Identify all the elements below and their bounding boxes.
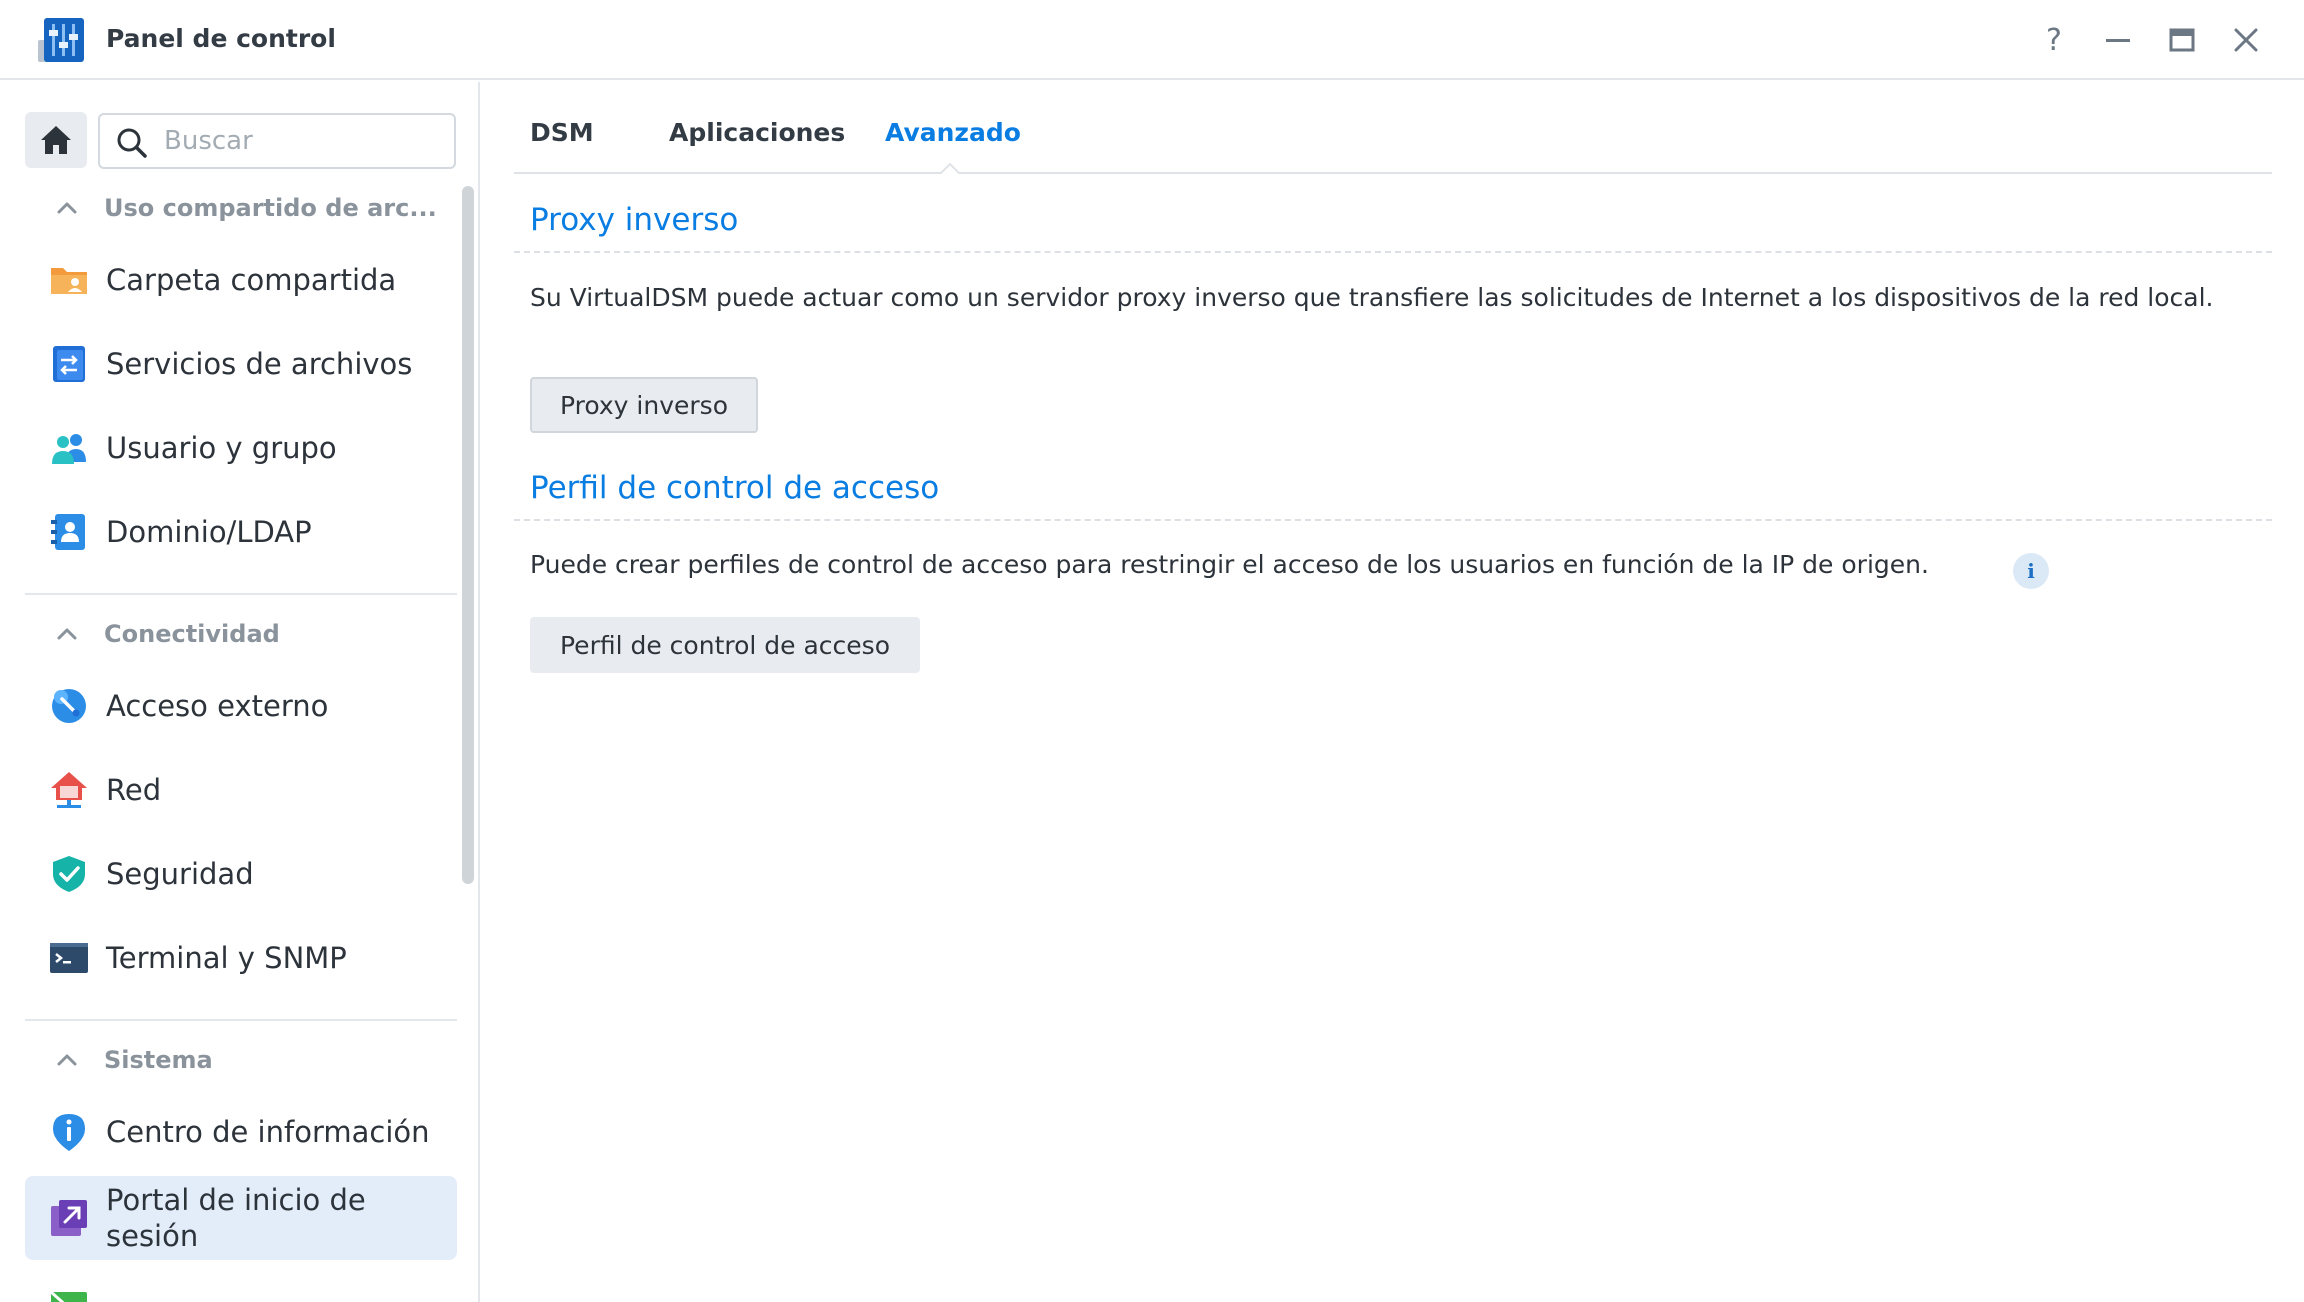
user-group-icon (52, 434, 86, 464)
chevron-up-icon (57, 628, 77, 640)
tab-bar: DSM Aplicaciones Avanzado (514, 82, 2272, 176)
sidebar-item-domain-ldap[interactable]: Dominio/LDAP (25, 504, 457, 560)
chevron-up-icon (57, 202, 77, 214)
home-button[interactable] (25, 112, 87, 168)
domain-ldap-icon (51, 514, 85, 550)
sidebar-item-terminal[interactable]: Terminal y SNMP (25, 930, 457, 986)
sidebar-item-shared-folder[interactable]: Carpeta compartida (25, 252, 457, 308)
sidebar-item-external-access[interactable]: Acceso externo (25, 678, 457, 734)
section-title-access-control: Perfil de control de acceso (530, 470, 940, 506)
sidebar-item-label: Carpeta compartida (106, 263, 397, 297)
sidebar-item-network[interactable]: Red (25, 762, 457, 818)
chevron-up-icon (57, 1054, 77, 1066)
sidebar-item-label: Centro de información (106, 1115, 430, 1149)
sidebar-item-label: Seguridad (106, 857, 254, 891)
window-title: Panel de control (106, 24, 336, 53)
sidebar-item-security[interactable]: Seguridad (25, 846, 457, 902)
section-divider (25, 593, 457, 595)
active-tab-indicator (939, 162, 961, 176)
external-access-icon (52, 689, 86, 723)
tab-advanced[interactable]: Avanzado (885, 118, 1021, 147)
info-center-icon (53, 1114, 85, 1151)
theme-icon (50, 1290, 87, 1302)
sidebar-item-partial-next[interactable] (25, 1280, 457, 1302)
tab-applications[interactable]: Aplicaciones (669, 118, 845, 147)
sidebar-item-label: Red (106, 773, 162, 807)
section-header-file-sharing[interactable]: Uso compartido de arc... (56, 194, 437, 222)
access-control-profile-button[interactable]: Perfil de control de acceso (530, 617, 920, 673)
minimize-icon[interactable] (2098, 20, 2138, 60)
help-icon[interactable]: ? (2034, 20, 2074, 60)
section-header-system[interactable]: Sistema (56, 1046, 213, 1074)
network-icon (51, 772, 87, 808)
reverse-proxy-description: Su VirtualDSM puede actuar como un servi… (530, 283, 2214, 312)
sidebar-item-label: Portal de inicio de sesión (106, 1183, 366, 1253)
close-icon[interactable] (2226, 20, 2266, 60)
sidebar-scrollbar[interactable] (462, 186, 474, 884)
search-input[interactable] (164, 123, 444, 159)
terminal-icon (50, 943, 88, 973)
sidebar-item-user-group[interactable]: Usuario y grupo (25, 420, 457, 476)
section-title: Conectividad (104, 620, 280, 648)
sidebar-item-file-services[interactable]: Servicios de archivos (25, 336, 457, 392)
section-title-reverse-proxy: Proxy inverso (530, 202, 739, 238)
home-icon (41, 126, 71, 154)
section-divider (25, 1019, 457, 1021)
main-content: DSM Aplicaciones Avanzado Proxy inverso … (482, 82, 2304, 1302)
control-panel-icon (38, 18, 84, 62)
search-icon (117, 128, 147, 158)
login-portal-icon (51, 1200, 87, 1236)
shared-folder-icon (51, 268, 87, 294)
sidebar-item-login-portal[interactable]: Portal de inicio de sesión (25, 1176, 457, 1260)
section-title: Uso compartido de arc... (104, 194, 437, 222)
sidebar: Uso compartido de arc... Carpeta compart… (0, 82, 480, 1302)
sidebar-item-label: Servicios de archivos (106, 347, 413, 381)
sidebar-item-label: Acceso externo (106, 689, 329, 723)
section-title: Sistema (104, 1046, 213, 1074)
reverse-proxy-button[interactable]: Proxy inverso (530, 377, 758, 433)
access-control-description: Puede crear perfiles de control de acces… (530, 550, 1929, 579)
file-services-icon (53, 346, 85, 382)
section-header-connectivity[interactable]: Conectividad (56, 620, 280, 648)
tab-dsm[interactable]: DSM (530, 118, 594, 147)
sidebar-item-label: Terminal y SNMP (106, 941, 347, 975)
maximize-icon[interactable] (2162, 20, 2202, 60)
sidebar-item-label: Dominio/LDAP (106, 515, 312, 549)
dashed-separator (514, 251, 2272, 253)
info-icon[interactable]: i (2013, 553, 2049, 589)
dashed-separator (514, 519, 2272, 521)
title-bar: Panel de control ? (0, 0, 2304, 80)
sidebar-item-info-center[interactable]: Centro de información (25, 1104, 457, 1160)
search-box (98, 113, 456, 169)
security-shield-icon (53, 856, 85, 892)
sidebar-item-label: Usuario y grupo (106, 431, 337, 465)
